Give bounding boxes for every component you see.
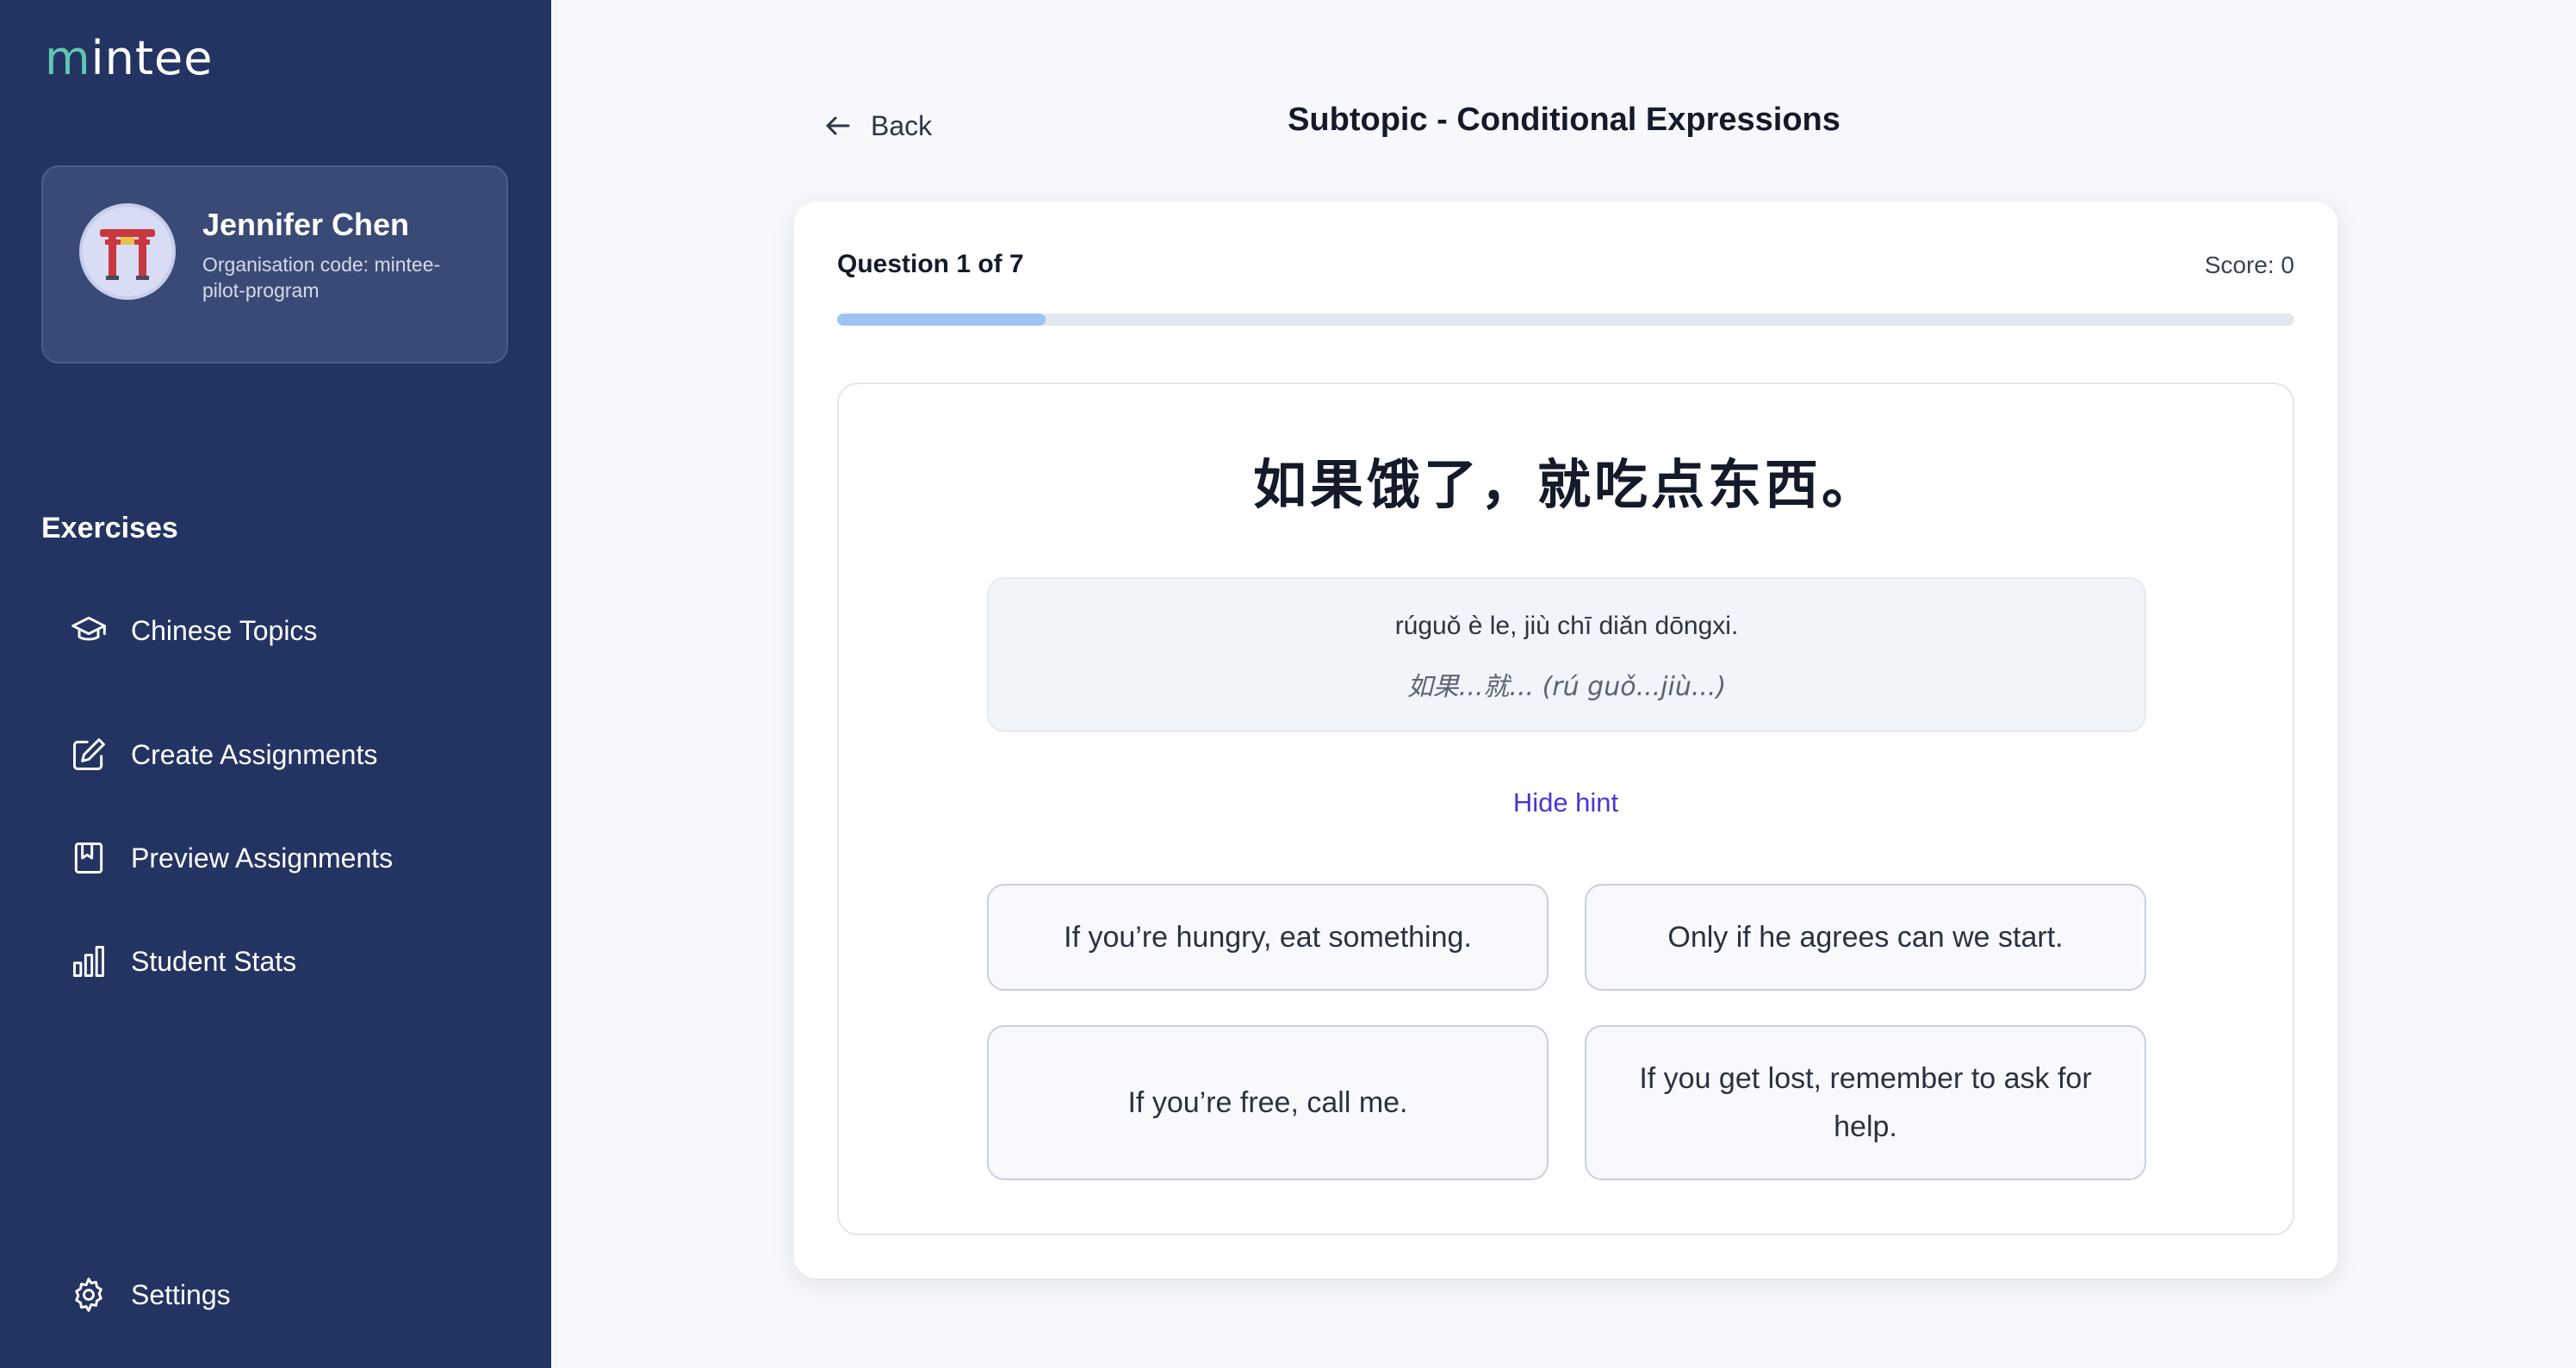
profile-name: Jennifer Chen [202,207,410,242]
graduation-cap-icon [69,611,109,650]
grammar-pattern: 如果...就... (rú guǒ...jiù...) [1406,672,1727,702]
organisation-code: Organisation code: mintee-pilot-program [202,253,441,302]
bookmark-icon [69,838,109,878]
hide-hint-link[interactable]: Hide hint [839,787,2293,818]
bar-chart-icon [69,942,109,981]
chinese-sentence: 如果饿了，就吃点东西。 [1252,453,1878,516]
pencil-square-icon [69,735,109,774]
sidebar-item-create-assignments[interactable]: Create Assignments [69,729,377,780]
sidebar: mintee Jennifer Chen Organisation code: … [0,0,551,1368]
progress-bar-fill [837,314,1046,326]
page-title: Subtopic - Conditional Expressions [1288,102,1840,138]
gear-icon [69,1275,109,1315]
pinyin-text: rúguǒ è le, jiù chī diǎn dōngxi. [1394,612,1739,640]
torii-gate-icon [79,203,176,300]
answer-option-2[interactable]: Only if he agrees can we start. [1585,884,2146,991]
quiz-card: Question 1 of 7 Score: 0 如果饿了，就吃点东西。 rúg… [794,202,2337,1278]
answer-option-4[interactable]: If you get lost, remember to ask for hel… [1585,1025,2146,1180]
sidebar-item-student-stats[interactable]: Student Stats [69,936,296,987]
question-counter: Question 1 of 7 [837,250,1024,278]
mintee-logo[interactable]: mintee [45,33,213,84]
profile-card[interactable]: Jennifer Chen Organisation code: mintee-… [41,165,508,364]
hint-box: rúguǒ è le, jiù chī diǎn dōngxi. 如果...就.… [987,577,2146,732]
question-box: 如果饿了，就吃点东西。 rúguǒ è le, jiù chī diǎn dōn… [837,382,2294,1235]
sidebar-item-chinese-topics[interactable]: Chinese Topics [69,605,317,656]
arrow-left-icon [826,116,850,135]
back-button[interactable]: Back [822,105,932,146]
answer-option-1[interactable]: If you’re hungry, eat something. [987,884,1549,991]
score-display: Score: 0 [2204,252,2294,278]
sidebar-item-preview-assignments[interactable]: Preview Assignments [69,832,393,884]
sidebar-item-settings[interactable]: Settings [69,1269,231,1321]
answer-option-3[interactable]: If you’re free, call me. [987,1025,1549,1180]
progress-bar [837,314,2294,326]
exercises-section-title: Exercises [41,512,178,544]
